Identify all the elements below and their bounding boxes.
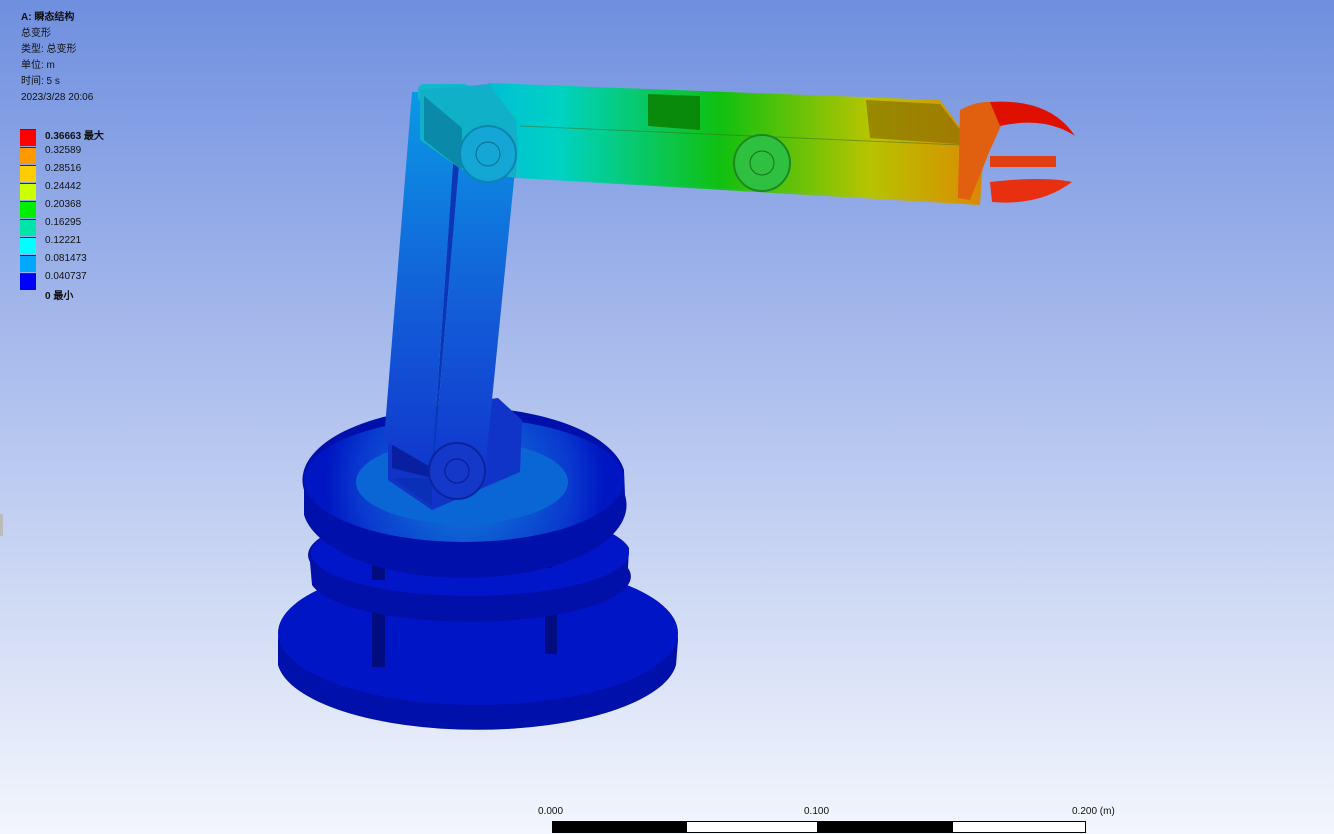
robot-arm-model-viewport[interactable] — [0, 0, 1334, 834]
scale-segment — [952, 821, 1086, 833]
scale-label-end: 0.200 (m) — [1072, 806, 1115, 817]
wrist-joint-servo — [733, 134, 791, 192]
scale-segment — [818, 821, 952, 833]
scale-segment — [552, 821, 686, 833]
upper-arm-link — [488, 83, 985, 205]
scale-label-start: 0.000 — [538, 806, 564, 817]
base-joint-servo — [428, 442, 486, 500]
scale-label-mid: 0.100 — [804, 806, 830, 817]
scale-bar: 0.000 0.100 0.200 (m) — [538, 806, 1115, 834]
scale-segment — [686, 821, 818, 833]
